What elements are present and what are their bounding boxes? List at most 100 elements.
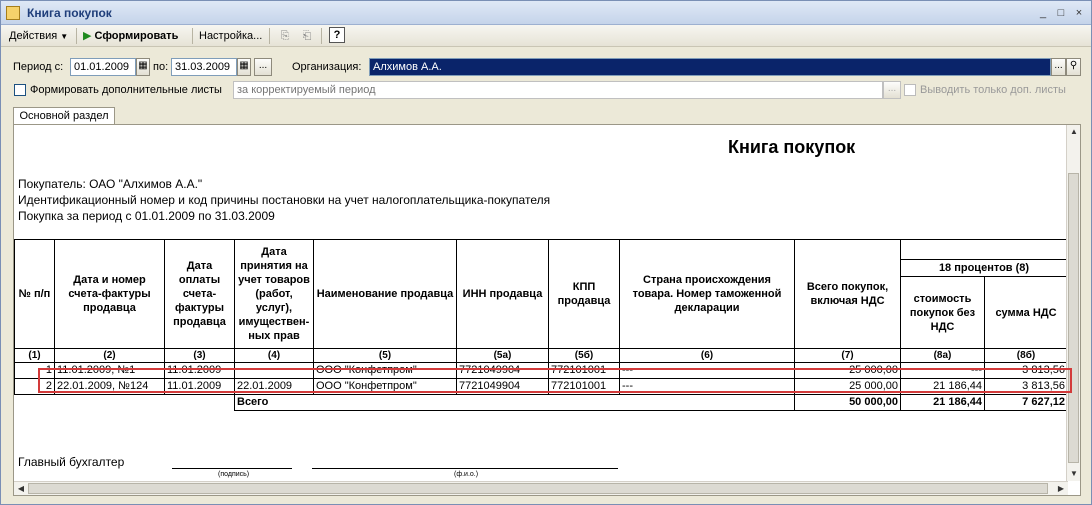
toolbar-separator (269, 28, 270, 44)
cell-inn: 7721049904 (456, 362, 549, 379)
cell-kpp: 772101001 (548, 378, 620, 395)
settings-button[interactable]: Настройка... (199, 28, 262, 44)
period-to-input[interactable]: 31.03.2009 (171, 58, 237, 76)
horizontal-scrollbar[interactable]: ◀ ▶ (14, 481, 1068, 495)
search-icon[interactable]: ⚲ (1066, 58, 1081, 76)
col-number: (5) (313, 348, 457, 363)
cell-n: 1 (14, 362, 55, 379)
extra-sheets-label: Формировать дополнительные листы (30, 84, 222, 96)
report-area: Книга покупок Покупатель: ОАО "Алхимов А… (13, 124, 1081, 496)
header-country: Страна происхождения товара. Номер тамож… (619, 239, 795, 349)
toolbar-separator (192, 28, 193, 44)
vertical-scrollbar[interactable]: ▲ ▼ (1066, 125, 1080, 481)
scroll-down-icon[interactable]: ▼ (1067, 467, 1080, 481)
scroll-up-icon[interactable]: ▲ (1067, 125, 1080, 139)
play-icon: ▶ (83, 30, 92, 42)
col-number: (8а) (900, 348, 985, 363)
cell-country: --- (619, 378, 795, 395)
inn-line: Идентификационный номер и код причины по… (18, 193, 551, 207)
corrected-period-select-button[interactable]: ... (883, 81, 901, 99)
dropdown-arrow-icon: ▼ (60, 32, 69, 41)
header-seller: Наименование продавца (313, 239, 457, 349)
cell-seller: ООО "Конфетпром" (313, 362, 457, 379)
table-row[interactable]: 2 22.01.2009, №124 11.01.2009 22.01.2009… (14, 378, 1068, 395)
minimize-button[interactable]: _ (1035, 6, 1051, 20)
header-pct-group: 18 процентов (8) (900, 259, 1068, 277)
cell-total: 25 000,00 (794, 362, 901, 379)
corrected-period-input[interactable] (233, 81, 883, 99)
window-title: Книга покупок (27, 6, 112, 20)
cell-kpp: 772101001 (548, 362, 620, 379)
header-n: № п/п (14, 239, 55, 349)
title-bar[interactable]: Книга покупок _ □ × (1, 1, 1091, 25)
tab-main-section[interactable]: Основной раздел (13, 107, 115, 125)
maximize-button[interactable]: □ (1053, 6, 1069, 20)
organization-input[interactable]: Алхимов А.А. (369, 58, 1051, 76)
cell-invoice: 11.01.2009, №1 (54, 362, 165, 379)
name-caption: (ф.и.о.) (454, 471, 479, 478)
close-button[interactable]: × (1071, 6, 1087, 20)
totals-cost: 21 186,44 (900, 394, 985, 411)
scroll-right-icon[interactable]: ▶ (1054, 482, 1068, 495)
generate-button[interactable]: ▶ Сформировать (83, 28, 178, 44)
only-extra-checkbox[interactable] (904, 84, 916, 96)
cell-vat: 3 813,56 (984, 378, 1068, 395)
col-number: (6) (619, 348, 795, 363)
calendar-to-icon[interactable]: ▦ (237, 58, 251, 76)
header-kpp: КПП продавца (548, 239, 620, 349)
cell-vat: 3 813,56 (984, 362, 1068, 379)
cell-inn: 7721049904 (456, 378, 549, 395)
cell-accept-date: 22.01.2009 (234, 378, 314, 395)
totals-total: 50 000,00 (794, 394, 901, 411)
header-pay-date: Дата оплаты счета-фактуры продавца (164, 239, 235, 349)
cell-cost: --- (900, 362, 985, 379)
cell-invoice: 22.01.2009, №124 (54, 378, 165, 395)
only-extra-label: Выводить только доп. листы (920, 84, 1066, 96)
period-from-input[interactable]: 01.01.2009 (70, 58, 136, 76)
scroll-left-icon[interactable]: ◀ (14, 482, 28, 495)
name-line (312, 468, 618, 469)
cell-pay-date: 11.01.2009 (164, 378, 235, 395)
cell-pay-date: 11.01.2009 (164, 362, 235, 379)
period-select-button[interactable]: ... (254, 58, 272, 76)
header-cost: стоимость покупок без НДС (900, 276, 985, 349)
hscroll-thumb[interactable] (28, 483, 1048, 494)
table-row[interactable]: 1 11.01.2009, №1 11.01.2009 ООО "Конфетп… (14, 362, 1068, 379)
header-vat: сумма НДС (984, 276, 1068, 349)
cell-cost: 21 186,44 (900, 378, 985, 395)
cell-seller: ООО "Конфетпром" (313, 378, 457, 395)
totals-vat: 7 627,12 (984, 394, 1068, 411)
purchase-book-table: № п/п Дата и номер счета-фактуры продавц… (14, 239, 1068, 411)
header-empty (900, 239, 1068, 260)
col-number: (7) (794, 348, 901, 363)
buyer-line: Покупатель: ОАО "Алхимов А.А." (18, 177, 203, 191)
scroll-thumb[interactable] (1068, 173, 1079, 463)
accountant-label: Главный бухгалтер (18, 455, 125, 469)
col-number: (2) (54, 348, 165, 363)
header-inn: ИНН продавца (456, 239, 549, 349)
cell-n: 2 (14, 378, 55, 395)
cell-country: --- (619, 362, 795, 379)
col-number: (5б) (548, 348, 620, 363)
actions-menu[interactable]: Действия ▼ (9, 28, 68, 44)
header-accept-date: Дата принятия на учет товаров (работ, ус… (234, 239, 314, 349)
save-settings-icon[interactable]: ⎘ (277, 28, 293, 44)
header-invoice: Дата и номер счета-фактуры продавца (54, 239, 165, 349)
organization-select-button[interactable]: ... (1051, 58, 1066, 76)
col-number: (8б) (984, 348, 1068, 363)
cell-accept-date (234, 362, 314, 379)
calendar-from-icon[interactable]: ▦ (136, 58, 150, 76)
header-total: Всего покупок, включая НДС (794, 239, 901, 349)
totals-label: Всего (234, 394, 795, 411)
signature-line (172, 468, 292, 469)
signature-caption: (подпись) (218, 471, 250, 478)
organization-label: Организация: (292, 61, 362, 73)
col-number: (5а) (456, 348, 549, 363)
restore-settings-icon[interactable]: ⎗ (299, 28, 315, 44)
toolbar: Действия ▼ ▶ Сформировать Настройка... ⎘… (1, 25, 1091, 47)
help-icon[interactable]: ? (329, 27, 345, 43)
totals-spacer (15, 395, 235, 411)
cell-total: 25 000,00 (794, 378, 901, 395)
toolbar-separator (321, 28, 322, 44)
extra-sheets-checkbox[interactable] (14, 84, 26, 96)
